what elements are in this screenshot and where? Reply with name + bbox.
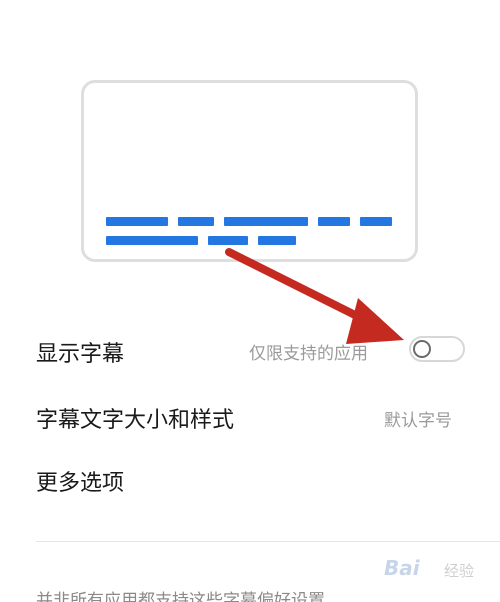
red-arrow-annotation <box>225 248 404 344</box>
watermark-brand: Bai <box>384 556 420 580</box>
watermark-sub: 经验 <box>444 562 475 580</box>
caption-preferences-screen: 显示字幕 仅限支持的应用 字幕文字大小和样式 默认字号 更多选项 并非所有应用都… <box>0 0 500 602</box>
baidu-jingyan-watermark: Bai 经验 <box>380 548 498 592</box>
